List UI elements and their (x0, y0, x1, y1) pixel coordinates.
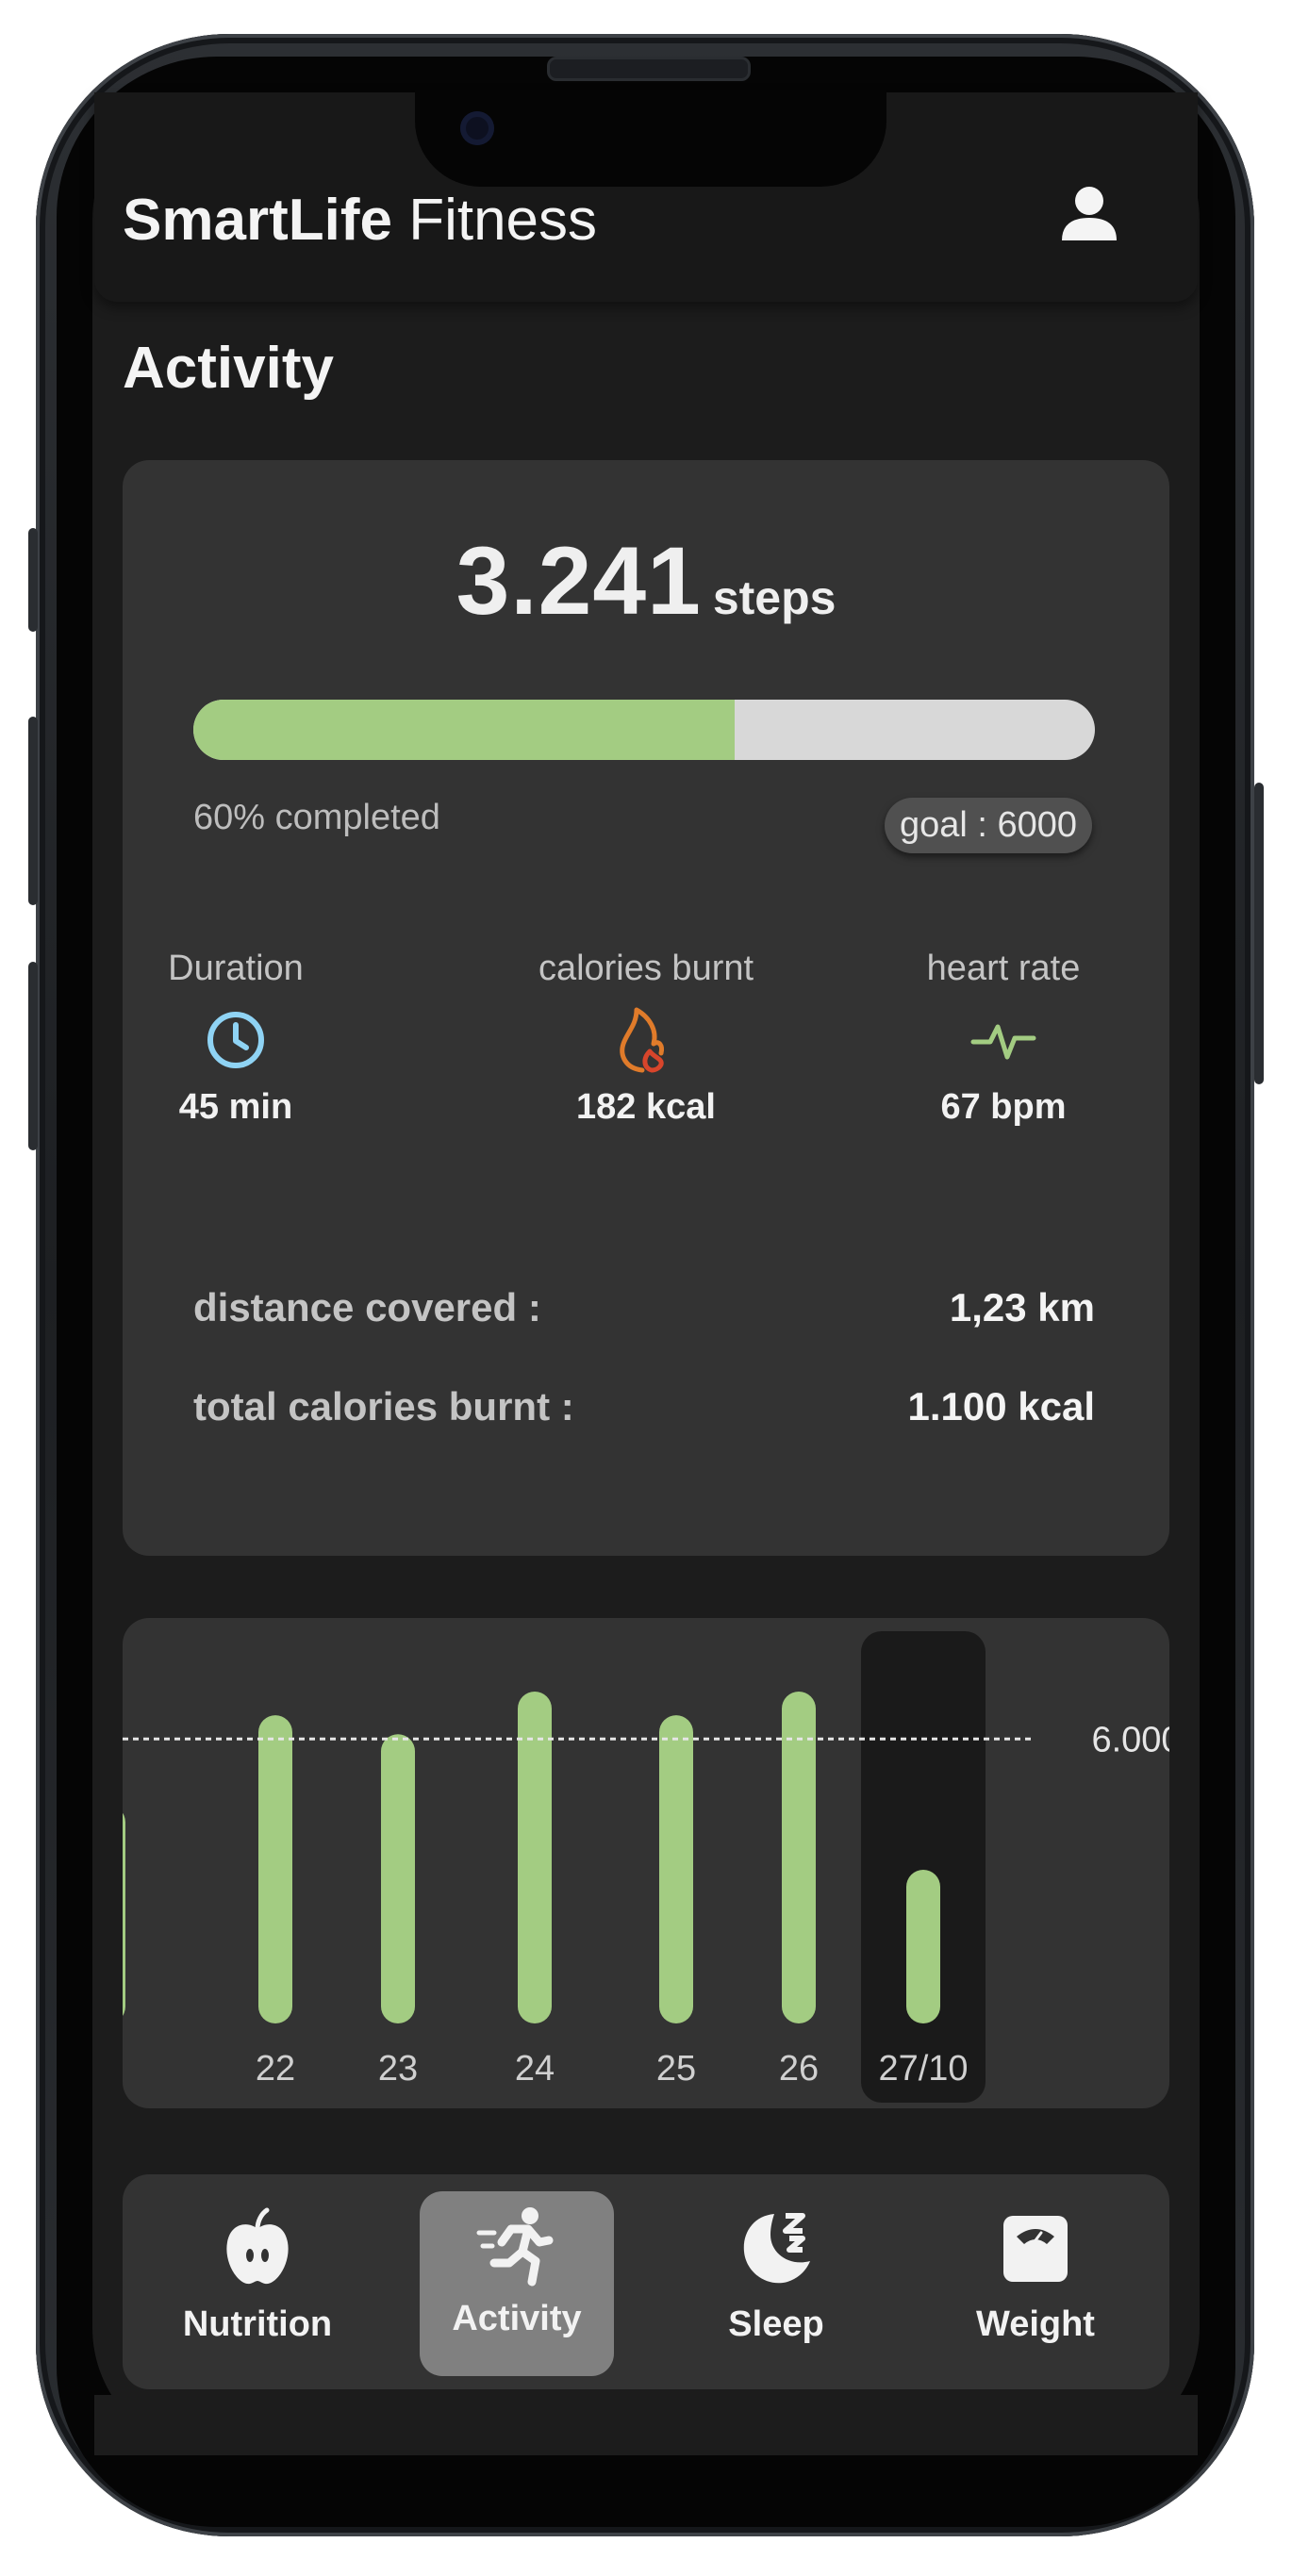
front-camera (460, 111, 494, 145)
scale-icon (1003, 2216, 1068, 2282)
page-title: Activity (123, 336, 334, 401)
detail-value: 1,23 km (949, 1285, 1095, 1329)
detail-label: total calories burnt : (193, 1384, 574, 1428)
activity-summary-card: 3.241 steps 60% completed goal : 6000 Dur… (123, 460, 1169, 1556)
steps-progress-bar (193, 700, 1095, 760)
metric-heart-rate: heart rate 67 bpm (862, 949, 1145, 1128)
steps-history-chart[interactable]: 22 23 24 25 26 27/10 6.000 (123, 1618, 1169, 2108)
user-icon[interactable] (1056, 182, 1122, 248)
speaker-grille (547, 57, 751, 81)
nav-label: Activity (452, 2299, 582, 2338)
x-tick-label: 24 (515, 2049, 555, 2089)
metric-duration: Duration 45 min (94, 949, 377, 1128)
chart-bar (381, 1734, 415, 2023)
metric-label: Duration (168, 949, 304, 988)
nav-label: Nutrition (182, 2304, 333, 2344)
metric-value: 67 bpm (940, 1087, 1067, 1127)
metric-value: 45 min (178, 1087, 293, 1127)
goal-badge[interactable]: goal : 6000 (884, 798, 1092, 853)
steps-progress-fill (193, 700, 735, 760)
nav-item-weight[interactable]: Weight (938, 2191, 1133, 2376)
chart-bar (659, 1715, 693, 2023)
silent-switch (28, 528, 38, 632)
volume-down-button (28, 962, 38, 1150)
nav-item-activity[interactable]: Activity (420, 2191, 614, 2376)
x-tick-label: 23 (378, 2049, 418, 2089)
x-tick-label: 22 (256, 2049, 295, 2089)
x-tick-label: 27/10 (878, 2049, 968, 2089)
app-brand: SmartLife Fitness (123, 187, 597, 254)
chart-bar (782, 1692, 816, 2023)
nav-label: Weight (976, 2304, 1095, 2344)
selected-day-highlight (861, 1631, 986, 2103)
metric-label: calories burnt (538, 949, 754, 988)
clock-icon (207, 1012, 264, 1068)
nav-label: Sleep (728, 2304, 824, 2344)
apple-icon (226, 2207, 289, 2285)
flame-icon (620, 1007, 664, 1073)
chart-bar (906, 1870, 940, 2023)
home-indicator-area (94, 2395, 1198, 2455)
detail-distance: distance covered : 1,23 km (193, 1285, 1095, 1330)
steps-value: 3.241 (456, 527, 702, 635)
power-button (1254, 783, 1264, 1084)
metric-label: heart rate (926, 949, 1081, 988)
moon-zz-icon (743, 2213, 810, 2284)
brand-name-light: Fitness (391, 188, 598, 253)
chart-bar (518, 1692, 552, 2023)
detail-value: 1.100 kcal (907, 1384, 1095, 1428)
metric-value: 182 kcal (576, 1087, 716, 1127)
chart-bar (258, 1715, 292, 2023)
detail-total-calories: total calories burnt : 1.100 kcal (193, 1384, 1095, 1429)
progress-label: 60% completed (193, 798, 440, 837)
nav-item-sleep[interactable]: Sleep (679, 2191, 873, 2376)
chart-bar (123, 1812, 125, 2016)
bar-chart: 22 23 24 25 26 27/10 6.000 (123, 1631, 1169, 2103)
steps-count: 3.241 steps (123, 526, 1169, 636)
x-tick-label: 25 (656, 2049, 696, 2089)
x-tick-label: 26 (779, 2049, 819, 2089)
running-person-icon (476, 2207, 554, 2287)
heartbeat-icon (970, 1024, 1036, 1060)
steps-unit: steps (712, 571, 836, 624)
detail-label: distance covered : (193, 1285, 541, 1329)
metric-calories: calories burnt 182 kcal (505, 949, 787, 1128)
nav-item-nutrition[interactable]: Nutrition (160, 2191, 355, 2376)
brand-name-bold: SmartLife (123, 188, 392, 253)
volume-up-button (28, 717, 38, 905)
bottom-nav: Nutrition Activity Sleep Weight (123, 2174, 1169, 2389)
goal-line-label: 6.000 (1091, 1720, 1169, 1759)
